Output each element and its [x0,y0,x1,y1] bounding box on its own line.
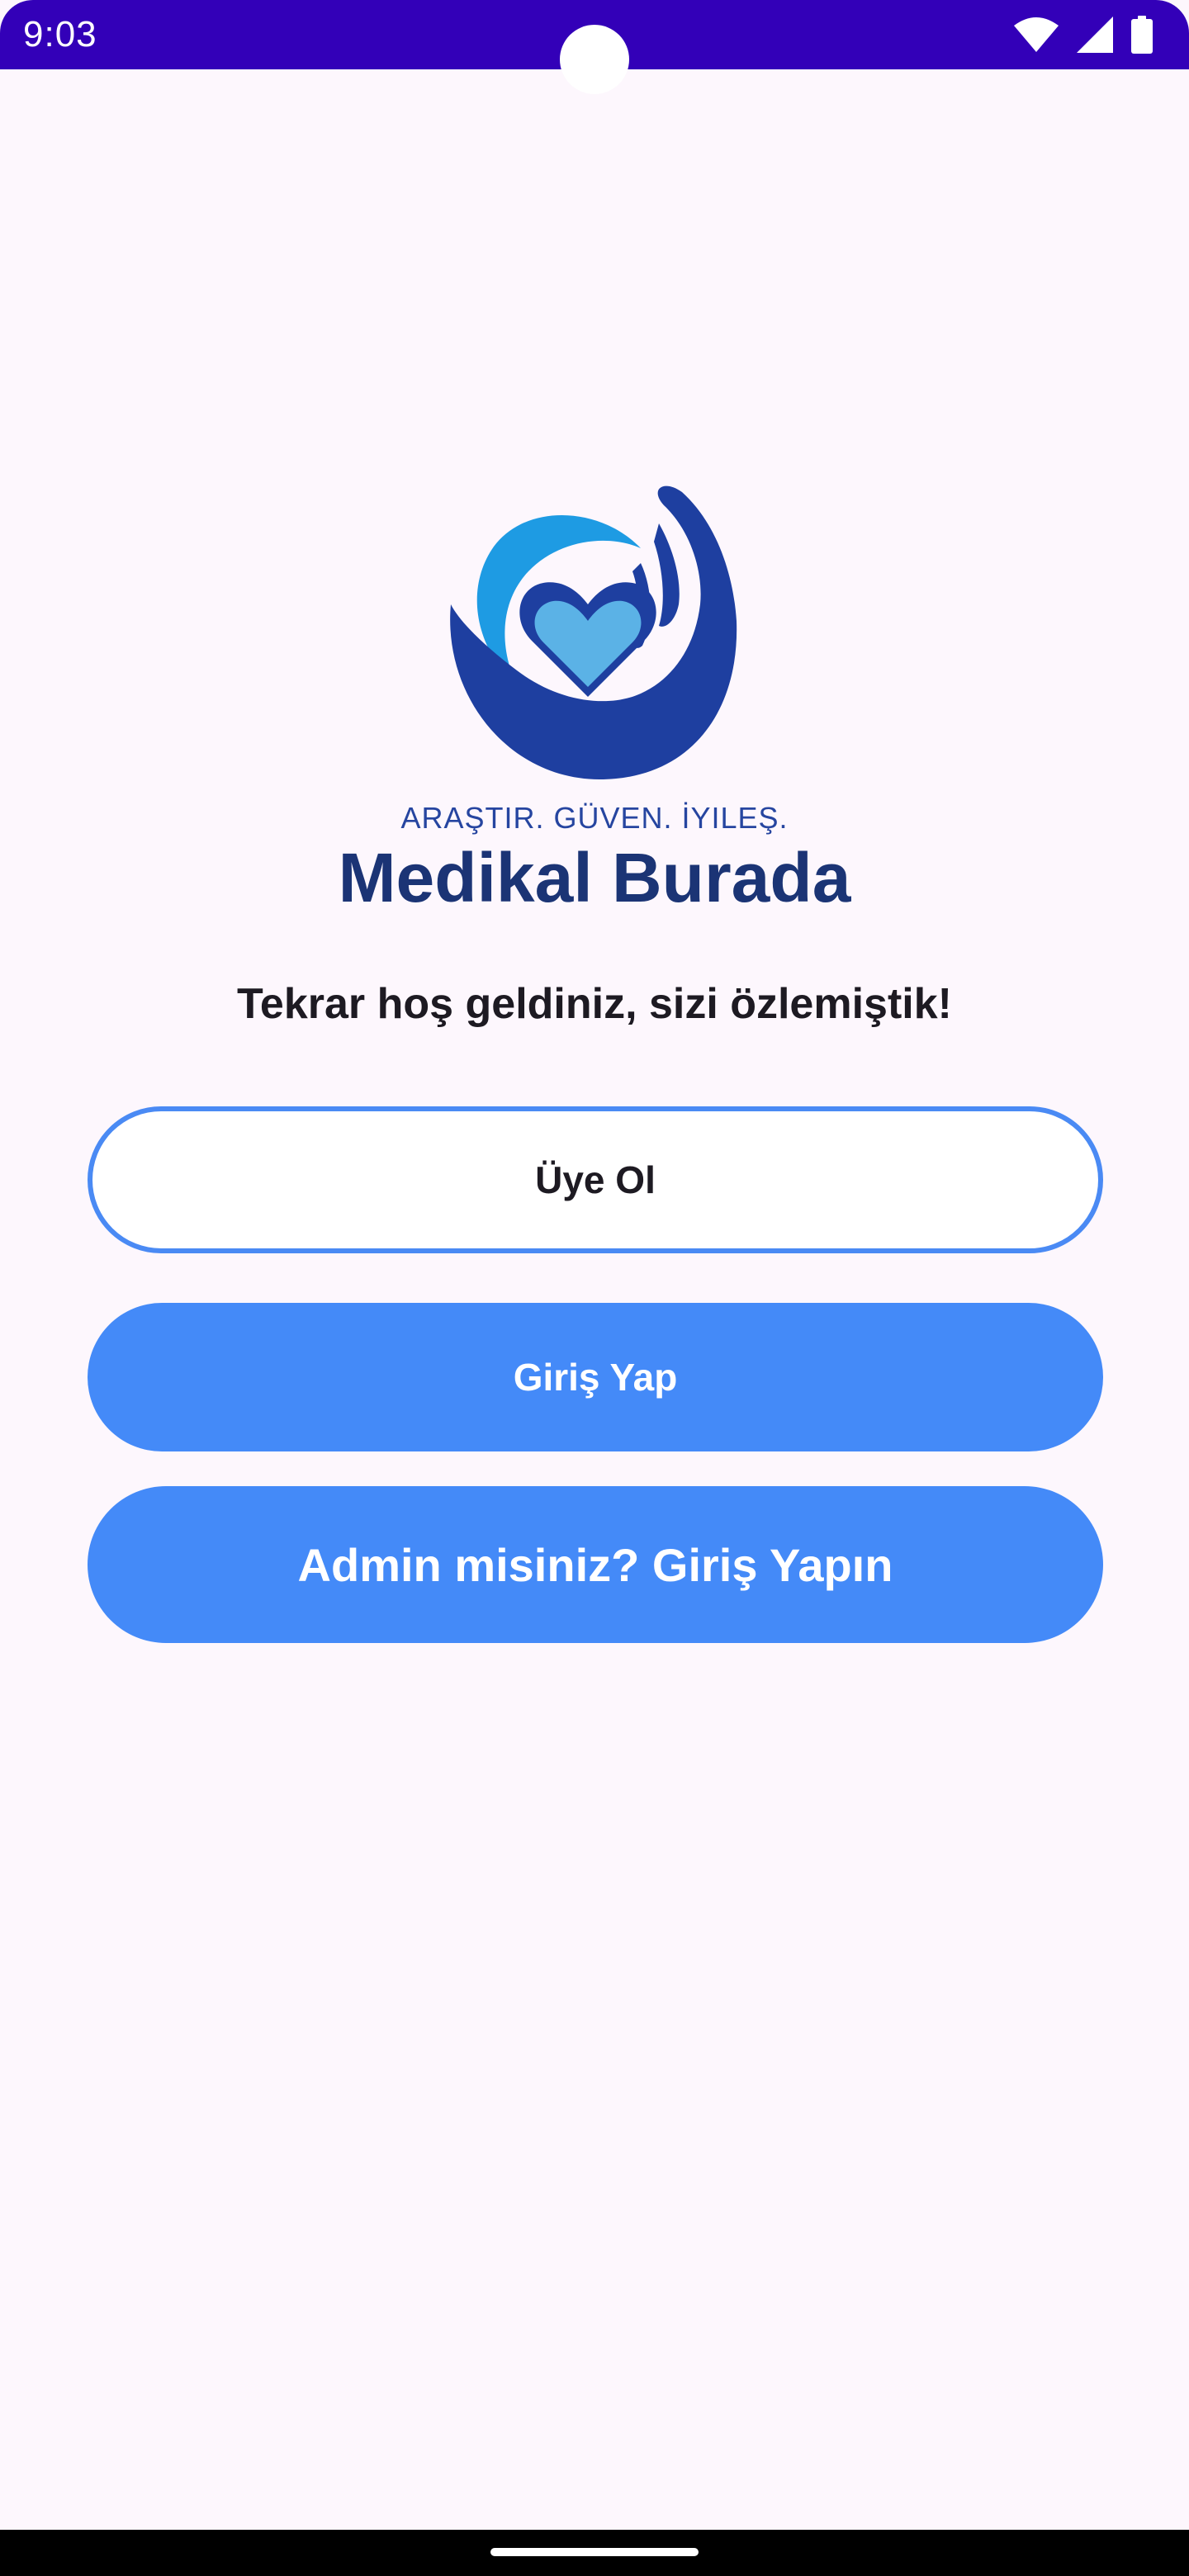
login-button[interactable]: Giriş Yap [88,1303,1103,1451]
welcome-message: Tekrar hoş geldiniz, sizi özlemiştik! [237,980,952,1028]
brand-tagline: ARAŞTIR. GÜVEN. İYILEŞ. [400,801,789,835]
hands-heart-logo [443,481,750,786]
brand-name: Medikal Burada [338,839,851,916]
system-nav-bar [0,2530,1189,2576]
register-button[interactable]: Üye Ol [88,1106,1103,1253]
home-indicator[interactable] [490,2548,699,2556]
admin-login-button-label: Admin misiniz? Giriş Yapın [297,1538,893,1591]
status-time: 9:03 [23,14,97,54]
wifi-icon [1014,17,1059,52]
admin-login-button[interactable]: Admin misiniz? Giriş Yapın [88,1486,1103,1643]
battery-icon [1131,16,1153,54]
camera-cutout [560,25,629,94]
cell-signal-icon [1077,17,1113,53]
login-button-label: Giriş Yap [513,1356,678,1399]
register-button-label: Üye Ol [535,1158,656,1201]
status-icons [1014,15,1153,54]
